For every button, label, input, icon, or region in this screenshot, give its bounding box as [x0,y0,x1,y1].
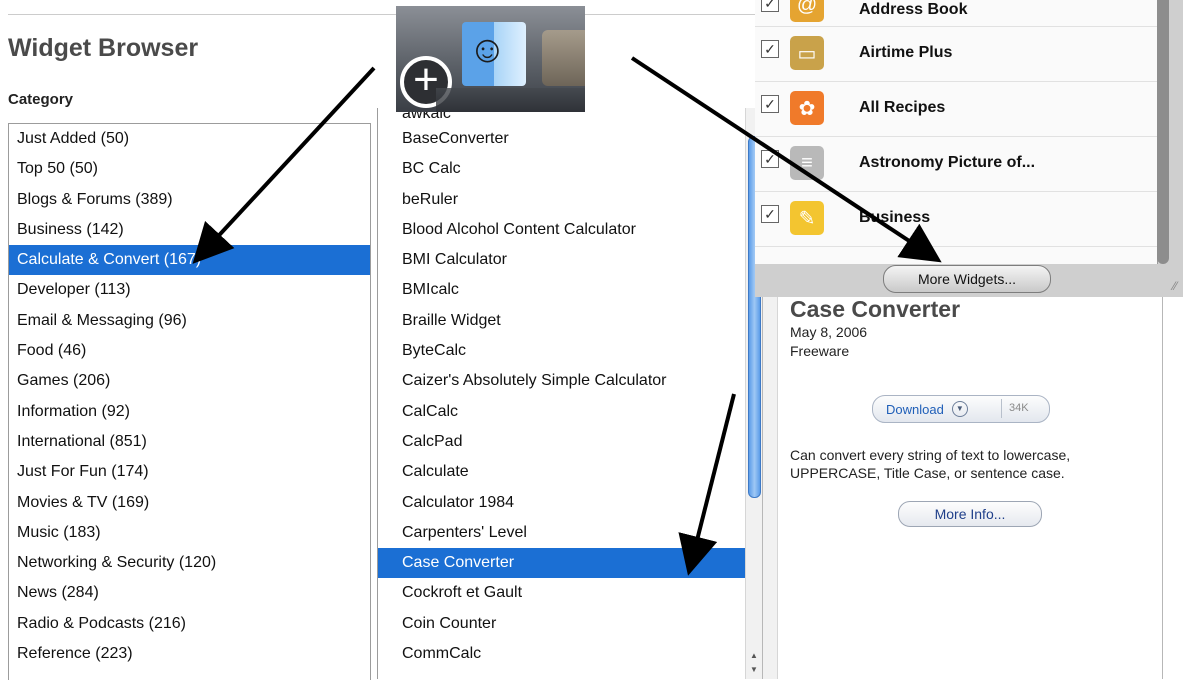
enable-checkbox[interactable]: ✓ [761,40,779,58]
widget-list-items: awkalc BaseConverter BC Calc beRuler Blood A… [378,108,761,669]
widget-detail-license: Freeware [790,343,850,359]
scroll-up-arrow-icon[interactable]: ▲ [746,649,762,663]
widget-list-item[interactable]: Coin Counter [378,609,761,639]
widget-list-item[interactable]: Blood Alcohol Content Calculator [378,215,761,245]
widget-list-item[interactable]: Carpenters' Level [378,518,761,548]
download-label: Download [886,401,944,417]
widget-detail-date: May 8, 2006 [790,324,868,340]
more-info-button[interactable]: More Info... [898,501,1042,527]
category-item[interactable]: Email & Messaging (96) [9,306,370,336]
mail-icon [542,30,585,86]
widget-manager-name: Airtime Plus [859,44,953,61]
category-label: Category [8,91,74,108]
widget-list-item[interactable]: Case Converter [378,548,761,579]
widget-manager-row[interactable]: ✓ @ Address Book [755,0,1157,27]
widget-list-item[interactable]: Caizer's Absolutely Simple Calculator [378,366,761,396]
widget-list-item[interactable]: BMI Calculator [378,245,761,275]
enable-checkbox[interactable]: ✓ [761,95,779,113]
header-divider [8,14,758,15]
chevron-down-icon[interactable]: ▼ [951,401,968,417]
widget-manager-name: Address Book [859,1,968,18]
more-widgets-button[interactable]: More Widgets... [883,265,1051,293]
widget-list-item[interactable]: beRuler [378,185,761,215]
download-size: 34K [1009,402,1029,414]
page-title: Widget Browser [8,34,199,62]
widgets-manager-list: ✓ @ Address Book ✓ ▭ Airtime Plus ✓ ✿ All Recipe… [755,0,1158,264]
widgets-manager-scrollbar[interactable] [1157,0,1169,264]
category-item[interactable]: Radio & Podcasts (216) [9,609,370,639]
widget-manager-name: Business [859,209,931,226]
widget-manager-name: Astronomy Picture of... [859,154,1036,171]
enable-checkbox[interactable]: ✓ [761,150,779,168]
finder-face-icon: ☺ [468,29,507,71]
widget-detail-description: Can convert every string of text to lowe… [790,447,1071,481]
category-item[interactable]: Just For Fun (174) [9,457,370,487]
widget-manager-row[interactable]: ✓ ≡ Astronomy Picture of... [755,137,1157,192]
widget-list-item[interactable]: CommCalc [378,639,761,669]
widget-list-item[interactable]: Cockroft et Gault [378,578,761,608]
resize-grip-icon[interactable]: ⁄⁄ [1173,279,1177,293]
widget-manager-row[interactable]: ✓ ✿ All Recipes [755,82,1157,137]
dock-reflection [436,88,585,112]
astronomy-icon: ≡ [790,146,824,180]
category-item[interactable]: News (284) [9,578,370,608]
category-item[interactable]: Reference (223) [9,639,370,669]
widget-manager-row[interactable]: ✓ ▭ Airtime Plus [755,27,1157,82]
category-item[interactable]: Just Added (50) [9,124,370,154]
category-item[interactable]: Developer (113) [9,275,370,305]
widget-list-item[interactable]: BaseConverter [378,124,761,154]
category-item[interactable]: Movies & TV (169) [9,488,370,518]
widget-manager-name: All Recipes [859,99,946,116]
widget-list-item[interactable]: CalCalc [378,397,761,427]
widget-list-item[interactable]: BC Calc [378,154,761,184]
widget-list-item[interactable]: CalcPad [378,427,761,457]
at-sign-icon: @ [790,0,824,22]
widget-list-item[interactable]: Calculator 1984 [378,488,761,518]
category-item[interactable]: Business (142) [9,215,370,245]
recipes-icon: ✿ [790,91,824,125]
category-item[interactable]: International (851) [9,427,370,457]
dock-screenshot: + ☺ [396,6,585,112]
widget-detail-title: Case Converter [790,296,961,322]
tv-icon: ▭ [790,36,824,70]
widget-list-item[interactable]: Calculate [378,457,761,487]
widget-list[interactable]: awkalc BaseConverter BC Calc beRuler Blood A… [377,108,763,679]
widget-list-item[interactable]: ByteCalc [378,336,761,366]
category-item[interactable]: Games (206) [9,366,370,396]
category-item[interactable]: Information (92) [9,397,370,427]
business-icon: ✎ [790,201,824,235]
category-item[interactable]: Calculate & Convert (167) [9,245,370,276]
finder-icon: ☺ [462,22,526,86]
category-item[interactable]: Music (183) [9,518,370,548]
widget-list-item[interactable]: Braille Widget [378,306,761,336]
category-list[interactable]: Just Added (50) Top 50 (50) Blogs & Forums… [8,123,371,680]
category-item[interactable]: Food (46) [9,336,370,366]
widget-list-item[interactable]: BMIcalc [378,275,761,305]
widgets-manager-panel: ✓ @ Address Book ✓ ▭ Airtime Plus ✓ ✿ All Recipe… [755,0,1183,297]
download-button[interactable]: Download ▼ 34K [872,395,1050,423]
download-separator [1001,399,1002,418]
widget-manager-row[interactable]: ✓ ✎ Business [755,192,1157,247]
category-item[interactable]: Blogs & Forums (389) [9,185,370,215]
enable-checkbox[interactable]: ✓ [761,0,779,12]
enable-checkbox[interactable]: ✓ [761,205,779,223]
category-item[interactable]: Top 50 (50) [9,154,370,184]
scroll-down-arrow-icon[interactable]: ▼ [746,663,762,677]
category-item[interactable]: Networking & Security (120) [9,548,370,578]
